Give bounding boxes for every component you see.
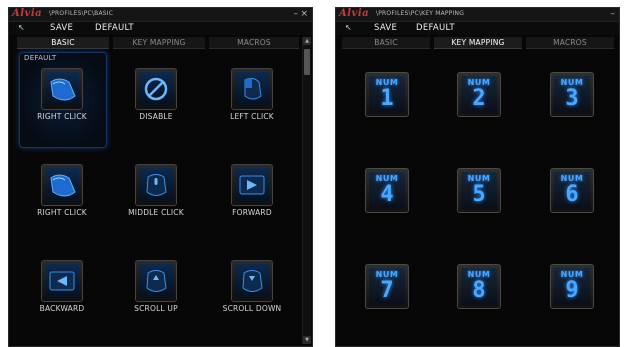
save-button[interactable]: SAVE bbox=[374, 23, 397, 33]
app-logo: Alvia bbox=[12, 8, 43, 19]
toolbar: ↖ SAVE DEFAULT bbox=[9, 22, 312, 35]
close-button[interactable]: × bbox=[300, 8, 308, 20]
mouse-right-click-icon bbox=[50, 174, 76, 197]
button-tile-right-click[interactable] bbox=[41, 164, 83, 206]
default-button[interactable]: DEFAULT bbox=[416, 23, 455, 33]
tab-bar: BASIC KEY MAPPING MACROS bbox=[336, 37, 619, 49]
mouse-middle-click-icon bbox=[146, 174, 167, 196]
key-tile-num-9[interactable]: NUM 9 bbox=[550, 264, 594, 309]
button-tile-forward[interactable] bbox=[231, 164, 273, 206]
forward-icon bbox=[239, 175, 265, 195]
save-button[interactable]: SAVE bbox=[50, 23, 73, 33]
basic-window: Alvia \PROFILES\PC\BASIC – × ↖ SAVE DEFA… bbox=[8, 7, 313, 347]
key-digit: 5 bbox=[472, 182, 486, 207]
key-mapping-window: Alvia \PROFILES\PC\KEY MAPPING – ↖ SAVE … bbox=[335, 7, 620, 347]
toolbar: ↖ SAVE DEFAULT bbox=[336, 22, 619, 35]
title-bar: Alvia \PROFILES\PC\BASIC – × bbox=[9, 8, 312, 22]
key-digit: 3 bbox=[565, 86, 579, 111]
scrollbar[interactable]: ▲ ▼ bbox=[302, 37, 311, 344]
button-label: SCROLL UP bbox=[134, 304, 178, 313]
tab-macros[interactable]: MACROS bbox=[209, 37, 299, 49]
profile-path: \PROFILES\PC\BASIC bbox=[49, 10, 114, 17]
tab-macros[interactable]: MACROS bbox=[526, 37, 614, 49]
key-digit: 6 bbox=[565, 182, 579, 207]
button-tile-backward[interactable] bbox=[41, 260, 83, 302]
button-label: MIDDLE CLICK bbox=[128, 208, 184, 217]
button-label: DISABLE bbox=[139, 112, 173, 121]
back-arrow-icon[interactable]: ↖ bbox=[345, 23, 352, 32]
profile-path: \PROFILES\PC\KEY MAPPING bbox=[376, 10, 465, 17]
default-section-label: DEFAULT bbox=[24, 54, 57, 62]
button-tile-scroll-up[interactable] bbox=[135, 260, 177, 302]
key-tile-num-5[interactable]: NUM 5 bbox=[457, 168, 501, 213]
scroll-down-arrow-icon[interactable]: ▼ bbox=[303, 336, 311, 344]
back-arrow-icon[interactable]: ↖ bbox=[18, 23, 25, 32]
scroll-up-arrow-icon[interactable]: ▲ bbox=[303, 37, 311, 45]
default-button[interactable]: DEFAULT bbox=[95, 23, 134, 33]
scroll-up-icon bbox=[146, 270, 167, 292]
minimize-button[interactable]: – bbox=[611, 8, 616, 20]
key-tile-num-1[interactable]: NUM 1 bbox=[365, 72, 409, 117]
key-tile-num-7[interactable]: NUM 7 bbox=[365, 264, 409, 309]
button-tile-disable[interactable] bbox=[135, 68, 177, 110]
app-logo: Alvia bbox=[339, 8, 370, 19]
title-bar: Alvia \PROFILES\PC\KEY MAPPING – bbox=[336, 8, 619, 22]
key-digit: 9 bbox=[565, 278, 579, 303]
tab-key-mapping[interactable]: KEY MAPPING bbox=[434, 37, 522, 49]
scroll-thumb[interactable] bbox=[304, 49, 310, 75]
mouse-right-click-icon bbox=[50, 78, 76, 101]
key-digit: 4 bbox=[380, 182, 394, 207]
button-label: SCROLL DOWN bbox=[222, 304, 282, 313]
scroll-down-icon bbox=[242, 270, 263, 292]
button-label: FORWARD bbox=[232, 208, 272, 217]
key-tile-num-2[interactable]: NUM 2 bbox=[457, 72, 501, 117]
backward-icon bbox=[49, 271, 75, 291]
key-digit: 7 bbox=[380, 278, 394, 303]
key-tile-num-8[interactable]: NUM 8 bbox=[457, 264, 501, 309]
key-digit: 2 bbox=[472, 86, 486, 111]
button-tile-right-click[interactable] bbox=[41, 68, 83, 110]
button-tile-left-click[interactable] bbox=[231, 68, 273, 110]
key-tile-num-4[interactable]: NUM 4 bbox=[365, 168, 409, 213]
button-tile-scroll-down[interactable] bbox=[231, 260, 273, 302]
tab-basic[interactable]: BASIC bbox=[17, 37, 109, 49]
key-digit: 1 bbox=[380, 86, 394, 111]
disable-icon bbox=[144, 77, 168, 101]
minimize-button[interactable]: – bbox=[294, 8, 299, 20]
button-label: LEFT CLICK bbox=[230, 112, 274, 121]
tab-basic[interactable]: BASIC bbox=[342, 37, 430, 49]
key-digit: 8 bbox=[472, 278, 486, 303]
key-tile-num-6[interactable]: NUM 6 bbox=[550, 168, 594, 213]
tab-key-mapping[interactable]: KEY MAPPING bbox=[113, 37, 205, 49]
tab-bar: BASIC KEY MAPPING MACROS bbox=[9, 37, 312, 49]
key-tile-num-3[interactable]: NUM 3 bbox=[550, 72, 594, 117]
mouse-left-click-icon bbox=[244, 77, 262, 100]
button-tile-middle-click[interactable] bbox=[135, 164, 177, 206]
